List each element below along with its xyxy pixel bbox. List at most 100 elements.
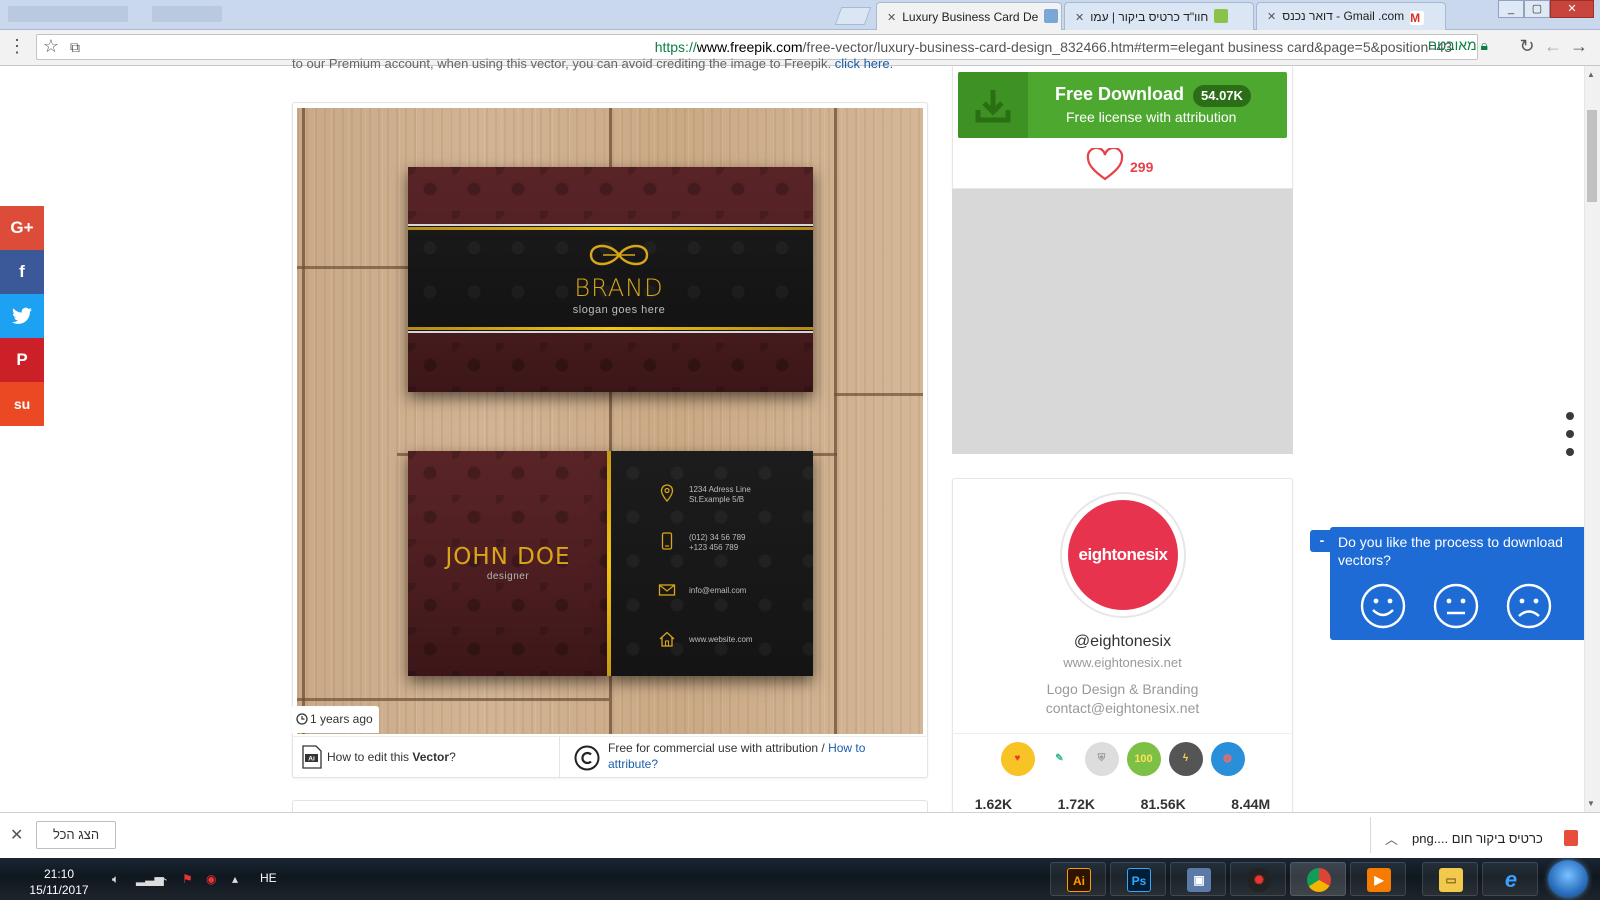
globe-badge-icon: ◍ <box>1210 742 1245 776</box>
download-title: Free Download <box>1055 84 1185 104</box>
tab-business-card-review[interactable]: ✕ חוו"ד כרטיס ביקור | עמו <box>1064 2 1254 30</box>
security-app-icon: ✺ <box>1247 868 1271 892</box>
scroll-up-arrow-icon[interactable]: ▲ <box>1587 70 1595 79</box>
brand-name: BRAND <box>574 274 664 302</box>
taskbar-media-player[interactable]: ▶ <box>1350 862 1406 896</box>
url-text[interactable]: https://www.freepik.com/free-vector/luxu… <box>655 39 1452 55</box>
close-shelf-icon[interactable]: ✕ <box>10 825 23 845</box>
storm-badge-icon: ϟ <box>1168 742 1203 776</box>
author-handle[interactable]: @eightonesix <box>952 633 1293 651</box>
feedback-collapse-button[interactable]: - <box>1310 530 1334 552</box>
taskbar-security-app[interactable]: ✺ <box>1230 862 1286 896</box>
click-here-link[interactable]: click here. <box>835 56 894 71</box>
download-subtitle: Free license with attribution <box>1066 109 1237 125</box>
taskbar-photoshop[interactable]: Ps <box>1110 862 1166 896</box>
stat-value: 1.62K <box>974 796 1013 812</box>
pinterest-share-button[interactable]: P <box>0 338 44 382</box>
taskbar-clock[interactable]: 21:10 15/11/2017 <box>24 866 94 898</box>
author-website[interactable]: www.eightonesix.net <box>952 655 1293 670</box>
lock-icon: 🔒︎ <box>1480 37 1488 53</box>
minimize-button[interactable]: _ <box>1498 0 1524 18</box>
secure-indicator[interactable]: מאובטח 🔒︎ <box>1428 37 1488 54</box>
pen-badge-icon: ✎ <box>1042 742 1077 776</box>
close-tab-icon[interactable]: ✕ <box>1075 12 1084 24</box>
media-player-icon: ▶ <box>1367 868 1391 892</box>
downloaded-file-name[interactable]: png.... כרטיס ביקור חום <box>1412 831 1543 846</box>
ai-file-icon: Ai <box>302 745 322 769</box>
show-hidden-icons-chevron-icon[interactable]: ▴ <box>232 872 238 886</box>
maximize-button[interactable]: ▢ <box>1524 0 1550 18</box>
stat-value: 8.44M <box>1231 796 1271 812</box>
volume-icon[interactable]: 🔈︎ <box>112 872 119 887</box>
heart-like-icon[interactable] <box>1086 148 1124 182</box>
tab-luxury-business-card[interactable]: ✕ Luxury Business Card De <box>876 2 1062 30</box>
happy-face-icon[interactable] <box>1360 583 1406 629</box>
facebook-share-button[interactable]: f <box>0 250 44 294</box>
taskbar-file-explorer[interactable]: ▭ <box>1422 862 1478 896</box>
window-menu-area <box>8 6 128 22</box>
more-options-dots-icon[interactable] <box>1566 412 1576 462</box>
scroll-thumb[interactable] <box>1587 110 1597 202</box>
gmail-icon: M <box>1410 11 1425 25</box>
download-icon <box>975 90 1011 123</box>
windows-start-button[interactable] <box>1548 860 1588 898</box>
illustrator-icon: Ai <box>1067 868 1091 892</box>
time-badge: 1 years ago <box>292 706 379 733</box>
sad-face-icon[interactable] <box>1506 583 1552 629</box>
internet-explorer-icon: e <box>1504 867 1518 892</box>
taskbar-network-app[interactable]: ▣ <box>1170 862 1226 896</box>
bookmark-star-icon[interactable]: ☆ <box>40 36 62 57</box>
home-icon <box>659 631 675 647</box>
person-name: JOHN DOE <box>445 544 571 570</box>
page-action-icon[interactable]: ⧉ <box>64 39 86 56</box>
website-text: www.website.com <box>689 635 753 644</box>
download-count-badge: 54.07K <box>1193 85 1251 107</box>
taskbar-internet-explorer[interactable]: e <box>1482 862 1538 896</box>
close-tab-icon[interactable]: ✕ <box>887 12 896 24</box>
taskbar-illustrator[interactable]: Ai <box>1050 862 1106 896</box>
power-icon[interactable]: ⌁ <box>160 872 167 886</box>
how-to-edit-link[interactable]: How to edit this Vector? <box>327 750 456 764</box>
close-tab-icon[interactable]: ✕ <box>1267 11 1276 23</box>
close-window-button[interactable]: ✕ <box>1550 0 1594 18</box>
download-icon-box <box>958 72 1028 138</box>
scroll-down-arrow-icon[interactable]: ▼ <box>1587 799 1595 808</box>
shield-badge-icon: ⛨ <box>1084 742 1119 776</box>
menu-kebab-icon[interactable]: ⋮ <box>6 36 28 57</box>
location-pin-icon <box>660 484 674 502</box>
forum-favicon-icon <box>1214 9 1229 23</box>
avatar-logo-text: eightonesix <box>1078 545 1168 564</box>
clock-icon <box>296 713 308 725</box>
forward-arrow-icon[interactable]: ← <box>1542 36 1564 57</box>
computer-network-icon: ▣ <box>1187 868 1211 892</box>
security-tray-icon[interactable]: ◉ <box>206 872 216 886</box>
taskbar-chrome[interactable] <box>1290 862 1346 896</box>
window-controls: _ ▢ ✕ <box>1498 0 1594 22</box>
photoshop-icon: Ps <box>1127 868 1151 892</box>
chevron-up-icon[interactable]: ︿ <box>1385 829 1398 848</box>
infinity-logo-icon <box>589 244 649 266</box>
action-center-icon[interactable]: ⚑ <box>182 872 193 886</box>
language-indicator[interactable]: HE <box>260 871 277 885</box>
email-icon <box>658 584 676 596</box>
tab-gmail[interactable]: ✕ דואר נכנס - Gmail .com M <box>1256 2 1446 30</box>
address-text: 1234 Adress Line St.Example 5/B <box>689 485 751 504</box>
author-badges: ♥ ✎ ⛨ 100 ϟ ◍ <box>952 733 1293 781</box>
copyright-icon <box>574 745 600 771</box>
show-all-downloads-button[interactable]: הצג הכל <box>36 821 116 849</box>
twitter-share-button[interactable] <box>0 294 44 338</box>
reload-icon[interactable]: ↻ <box>1516 36 1538 57</box>
neutral-face-icon[interactable] <box>1433 583 1479 629</box>
phone-icon <box>661 532 673 550</box>
license-text: Free for commercial use with attribution… <box>608 741 866 771</box>
stat-value: 1.72K <box>1057 796 1096 812</box>
svg-text:Ai: Ai <box>308 756 315 763</box>
google-plus-share-button[interactable]: G+ <box>0 206 44 250</box>
download-shelf <box>0 812 1600 858</box>
hundred-badge-icon: 100 <box>1126 742 1161 776</box>
folder-icon: ▭ <box>1439 868 1463 892</box>
stumbleupon-share-button[interactable]: su <box>0 382 44 426</box>
phone-text: (012) 34 56 789 +123 456 789 <box>689 533 746 552</box>
stat-value: 81.56K <box>1140 796 1186 812</box>
back-arrow-icon[interactable]: → <box>1568 36 1590 57</box>
